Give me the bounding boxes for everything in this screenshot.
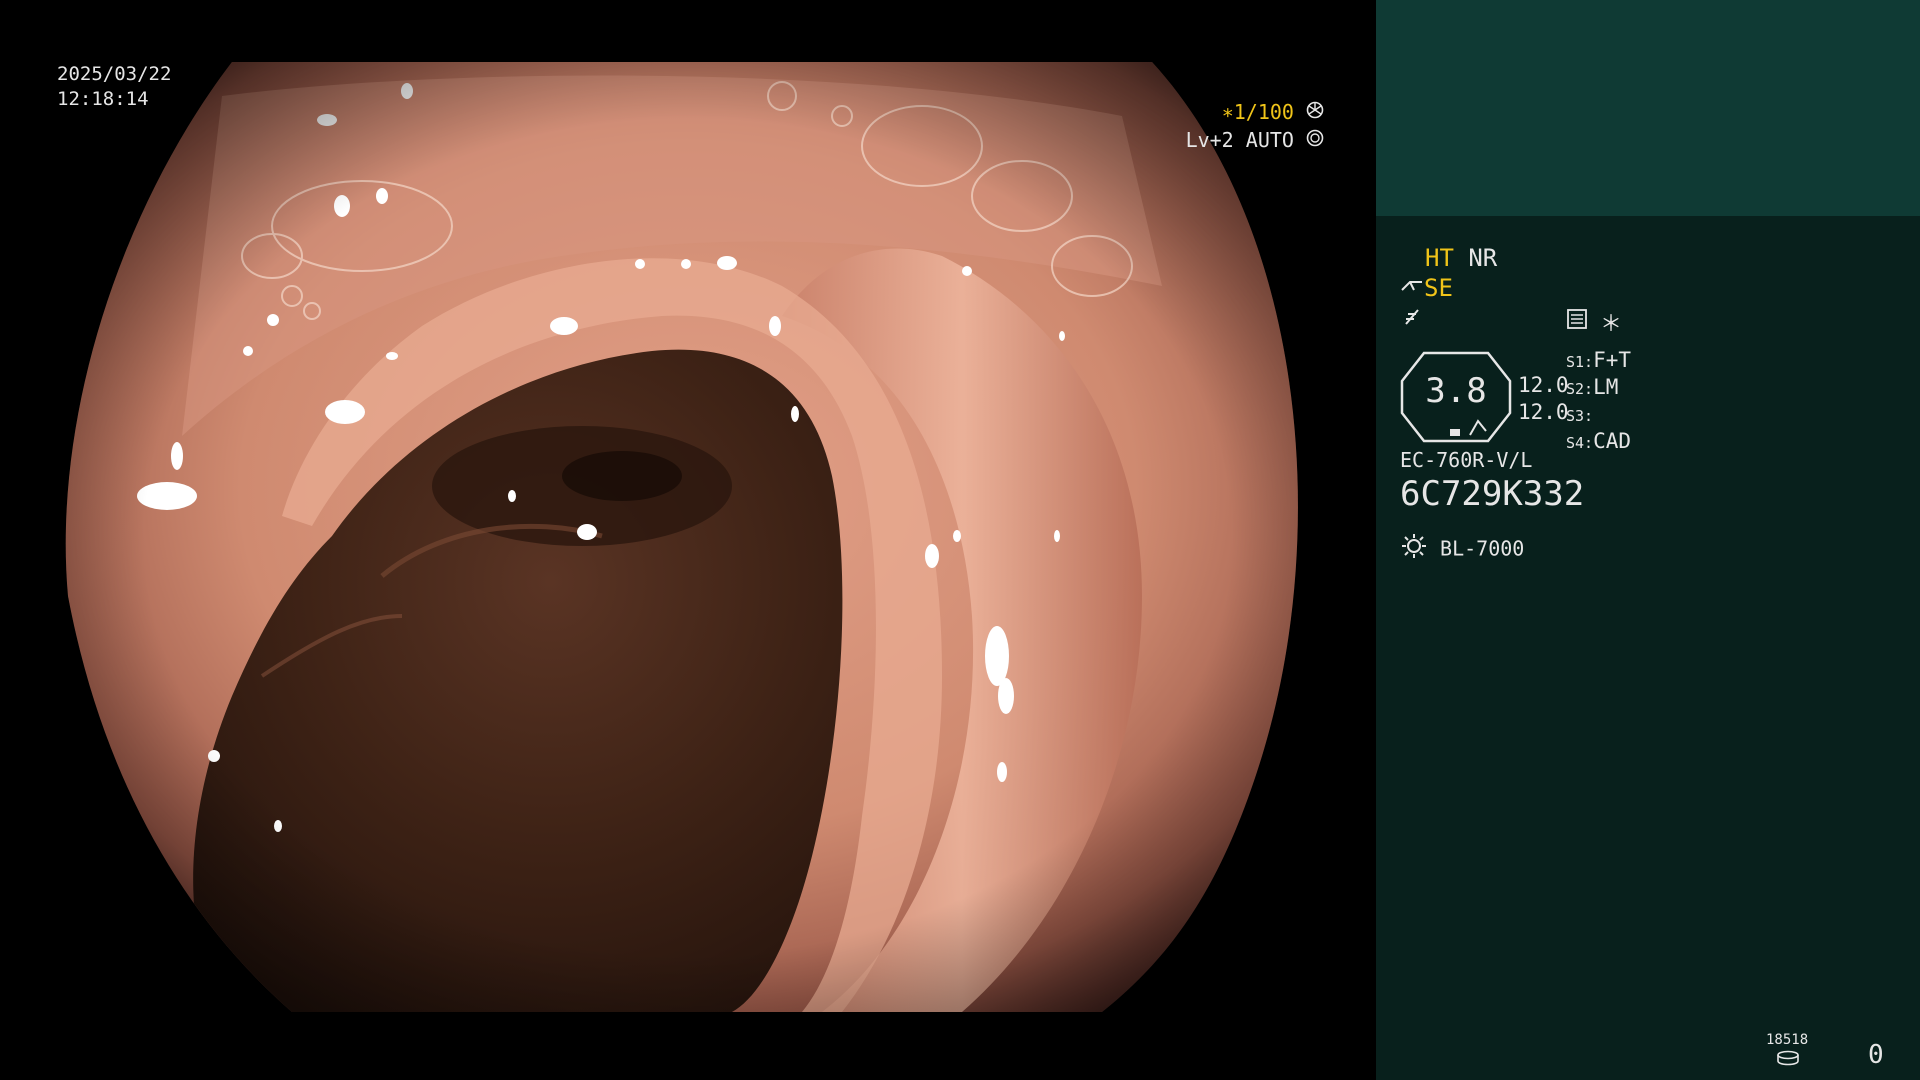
- iris-mode: AUTO: [1245, 128, 1294, 152]
- s4-value: CAD: [1593, 429, 1632, 453]
- image-counter-small: 18518: [1766, 1032, 1809, 1048]
- light-source-label: BL-7000: [1440, 536, 1525, 561]
- s1-value: F+T: [1593, 348, 1632, 372]
- disk-icon: [1776, 1050, 1800, 1070]
- date-label: 2025/03/22: [57, 63, 172, 85]
- image-counter: 0: [1868, 1040, 1884, 1070]
- se-row: SE: [1400, 274, 1453, 302]
- light-source-row: BL-7000: [1400, 532, 1524, 565]
- switch-list: S1:F+T S2:LM S3: S4:CAD: [1566, 348, 1631, 456]
- aperture-icon: [1306, 98, 1324, 126]
- ht-label: HT: [1425, 244, 1454, 272]
- zoom-indicator: 3.8: [1400, 351, 1512, 443]
- shutter-speed: ∗1/100: [1221, 100, 1294, 124]
- s2-key: S2:: [1566, 380, 1594, 398]
- endoscopic-image: [65, 62, 1298, 1012]
- brightness-level: Lv+2: [1185, 128, 1234, 152]
- info-panel-header: [1376, 0, 1920, 216]
- asterisk-mark: ＊: [1600, 312, 1623, 337]
- sun-icon: [1400, 532, 1428, 565]
- scope-model: EC-760R-V/L: [1400, 448, 1533, 472]
- s1-key: S1:: [1566, 353, 1594, 371]
- scope-serial: 6C729K332: [1400, 474, 1585, 514]
- freeze-icon: [1402, 306, 1424, 332]
- zoom-value: 3.8: [1425, 371, 1487, 411]
- scope-tip-icon: [1400, 274, 1424, 302]
- s3-key: S3:: [1566, 407, 1594, 425]
- se-label: SE: [1424, 274, 1453, 302]
- nr-label: NR: [1468, 244, 1498, 272]
- s4-key: S4:: [1566, 434, 1594, 452]
- enhancement-row: HT NR: [1425, 244, 1497, 272]
- time-label: 12:18:14: [57, 88, 149, 110]
- iris-icon: [1306, 126, 1324, 154]
- s2-value: LM: [1593, 375, 1619, 399]
- value-2: 12.0: [1518, 400, 1569, 424]
- video-area: 2025/03/22 12:18:14 ∗1/100 Lv+2 AUTO: [0, 0, 1376, 1080]
- value-1: 12.0: [1518, 373, 1569, 397]
- list-icon: [1566, 308, 1588, 334]
